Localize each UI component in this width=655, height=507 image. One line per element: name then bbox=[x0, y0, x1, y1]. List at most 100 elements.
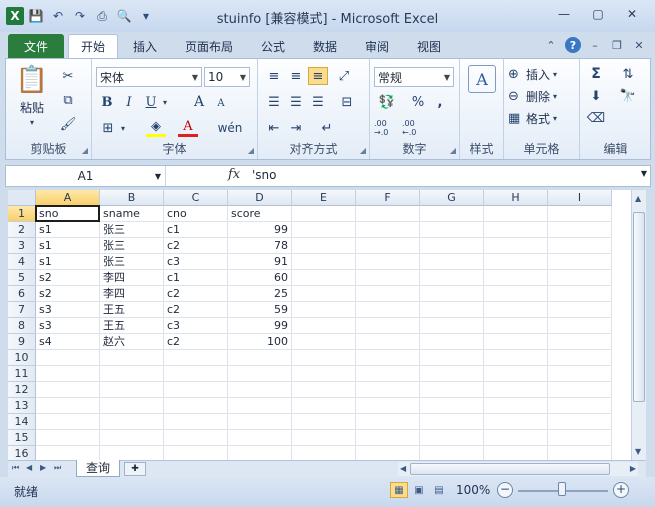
row-header-11[interactable]: 11 bbox=[8, 366, 36, 382]
row-header-14[interactable]: 14 bbox=[8, 414, 36, 430]
cell-b3[interactable]: 张三 bbox=[100, 238, 164, 254]
cell-a2[interactable]: s1 bbox=[36, 222, 100, 238]
cell-g11[interactable] bbox=[420, 366, 484, 382]
cell-b10[interactable] bbox=[100, 350, 164, 366]
number-launcher-icon[interactable]: ◢ bbox=[450, 146, 456, 155]
row-header-5[interactable]: 5 bbox=[8, 270, 36, 286]
cell-i12[interactable] bbox=[548, 382, 612, 398]
zoom-level[interactable]: 100% bbox=[456, 483, 490, 497]
column-header-a[interactable]: A bbox=[36, 190, 100, 206]
cell-d1[interactable]: score bbox=[228, 206, 292, 222]
paste-icon[interactable]: 📋 bbox=[12, 63, 52, 97]
cell-e3[interactable] bbox=[292, 238, 356, 254]
cell-a13[interactable] bbox=[36, 398, 100, 414]
cell-f3[interactable] bbox=[356, 238, 420, 254]
cell-e6[interactable] bbox=[292, 286, 356, 302]
zoom-slider-handle[interactable] bbox=[558, 482, 566, 496]
align-left-icon[interactable]: ☰ bbox=[264, 93, 284, 111]
tab-review[interactable]: 审阅 bbox=[356, 34, 398, 58]
column-header-b[interactable]: B bbox=[100, 190, 164, 206]
cell-c2[interactable]: c1 bbox=[164, 222, 228, 238]
minimize-icon[interactable]: — bbox=[547, 4, 581, 24]
select-all-corner[interactable] bbox=[8, 190, 36, 206]
cell-h11[interactable] bbox=[484, 366, 548, 382]
cell-d8[interactable]: 99 bbox=[228, 318, 292, 334]
cell-c10[interactable] bbox=[164, 350, 228, 366]
cell-e1[interactable] bbox=[292, 206, 356, 222]
cell-i8[interactable] bbox=[548, 318, 612, 334]
cell-c11[interactable] bbox=[164, 366, 228, 382]
increase-indent-icon[interactable]: ⇥ bbox=[286, 119, 306, 137]
cell-b13[interactable] bbox=[100, 398, 164, 414]
cell-a14[interactable] bbox=[36, 414, 100, 430]
cell-g4[interactable] bbox=[420, 254, 484, 270]
decrease-indent-icon[interactable]: ⇤ bbox=[264, 119, 284, 137]
insert-sheet-icon[interactable]: ✚ bbox=[124, 462, 146, 476]
align-middle-icon[interactable]: ≡ bbox=[286, 67, 306, 85]
cell-e10[interactable] bbox=[292, 350, 356, 366]
cell-i14[interactable] bbox=[548, 414, 612, 430]
fill-color-icon[interactable]: ◈ bbox=[146, 119, 166, 137]
percent-button[interactable]: % bbox=[410, 93, 426, 111]
cell-i10[interactable] bbox=[548, 350, 612, 366]
cell-f10[interactable] bbox=[356, 350, 420, 366]
cell-h8[interactable] bbox=[484, 318, 548, 334]
cell-c16[interactable] bbox=[164, 446, 228, 460]
cell-g8[interactable] bbox=[420, 318, 484, 334]
align-top-icon[interactable]: ≡ bbox=[264, 67, 284, 85]
last-sheet-icon[interactable]: ⏭ bbox=[54, 463, 61, 473]
autosum-button[interactable]: Σ bbox=[584, 65, 608, 83]
cell-e15[interactable] bbox=[292, 430, 356, 446]
paste-button[interactable]: 粘贴 bbox=[12, 99, 52, 115]
cell-c15[interactable] bbox=[164, 430, 228, 446]
cell-e8[interactable] bbox=[292, 318, 356, 334]
page-layout-view-icon[interactable]: ▣ bbox=[410, 482, 428, 498]
cell-d13[interactable] bbox=[228, 398, 292, 414]
borders-dropdown-icon[interactable]: ▾ bbox=[118, 121, 128, 135]
tab-view[interactable]: 视图 bbox=[408, 34, 450, 58]
format-painter-icon[interactable]: 🖌 bbox=[56, 115, 80, 133]
close-icon[interactable]: ✕ bbox=[615, 4, 649, 24]
grow-font-button[interactable]: A bbox=[190, 93, 208, 111]
insert-cells-button[interactable]: ⊕ 插入 ▾ bbox=[508, 65, 576, 83]
cell-f15[interactable] bbox=[356, 430, 420, 446]
row-header-16[interactable]: 16 bbox=[8, 446, 36, 460]
name-box[interactable]: A1 ▼ bbox=[6, 166, 166, 186]
cell-a8[interactable]: s3 bbox=[36, 318, 100, 334]
borders-icon[interactable]: ⊞ bbox=[98, 119, 118, 137]
cell-h2[interactable] bbox=[484, 222, 548, 238]
cell-h6[interactable] bbox=[484, 286, 548, 302]
column-header-d[interactable]: D bbox=[228, 190, 292, 206]
cell-e9[interactable] bbox=[292, 334, 356, 350]
bold-button[interactable]: B bbox=[98, 93, 116, 111]
shrink-font-button[interactable]: A bbox=[212, 95, 230, 111]
cell-i6[interactable] bbox=[548, 286, 612, 302]
cell-f11[interactable] bbox=[356, 366, 420, 382]
maximize-icon[interactable]: ▢ bbox=[581, 4, 615, 24]
cell-e2[interactable] bbox=[292, 222, 356, 238]
clear-icon[interactable]: ⌫ bbox=[584, 109, 608, 127]
tab-file[interactable]: 文件 bbox=[8, 34, 64, 58]
vertical-scroll-thumb[interactable] bbox=[633, 212, 645, 402]
cell-b2[interactable]: 张三 bbox=[100, 222, 164, 238]
cell-i9[interactable] bbox=[548, 334, 612, 350]
cell-f14[interactable] bbox=[356, 414, 420, 430]
cell-b4[interactable]: 张三 bbox=[100, 254, 164, 270]
cell-b9[interactable]: 赵六 bbox=[100, 334, 164, 350]
cell-h13[interactable] bbox=[484, 398, 548, 414]
align-bottom-icon[interactable]: ≡ bbox=[308, 67, 328, 85]
cell-i2[interactable] bbox=[548, 222, 612, 238]
tab-data[interactable]: 数据 bbox=[304, 34, 346, 58]
row-header-10[interactable]: 10 bbox=[8, 350, 36, 366]
cell-f8[interactable] bbox=[356, 318, 420, 334]
cell-b11[interactable] bbox=[100, 366, 164, 382]
cell-i13[interactable] bbox=[548, 398, 612, 414]
decrease-decimal-button[interactable]: .00 ←.0 bbox=[402, 119, 428, 137]
row-header-4[interactable]: 4 bbox=[8, 254, 36, 270]
column-header-h[interactable]: H bbox=[484, 190, 548, 206]
find-select-icon[interactable]: 🔭 bbox=[614, 87, 642, 105]
doc-minimize-icon[interactable]: – bbox=[587, 37, 603, 53]
row-header-12[interactable]: 12 bbox=[8, 382, 36, 398]
zoom-out-icon[interactable]: − bbox=[497, 482, 513, 498]
page-break-view-icon[interactable]: ▤ bbox=[430, 482, 448, 498]
